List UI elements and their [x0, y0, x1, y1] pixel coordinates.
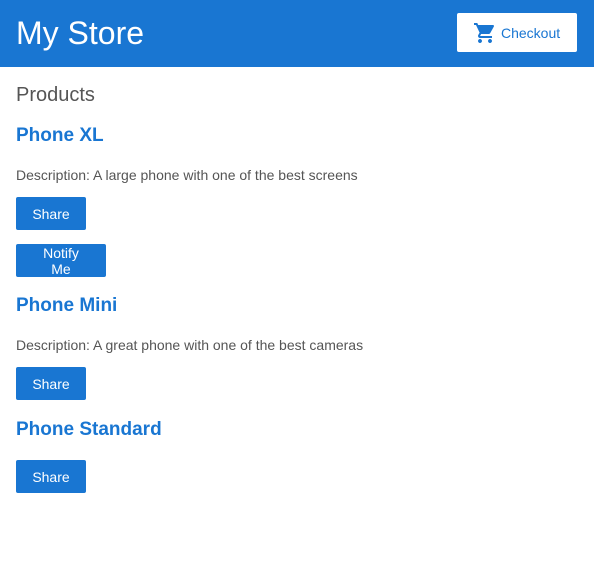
share-button[interactable]: Share	[16, 367, 86, 400]
product-description: Description: A large phone with one of t…	[16, 167, 358, 183]
page-title: Products	[16, 84, 95, 106]
top-bar: My Store Checkout	[0, 0, 594, 67]
shopping-cart-icon	[473, 21, 497, 45]
product-description: Description: A great phone with one of t…	[16, 337, 364, 353]
store-title-link[interactable]: My Store	[16, 14, 144, 52]
notify-me-button[interactable]: Notify Me	[16, 244, 106, 277]
product-name-link[interactable]: Phone Mini	[16, 294, 117, 318]
checkout-button[interactable]: Checkout	[457, 13, 577, 52]
product-name-link[interactable]: Phone XL	[16, 124, 104, 148]
share-button[interactable]: Share	[16, 460, 86, 493]
share-button[interactable]: Share	[16, 197, 86, 230]
product-name-link[interactable]: Phone Standard	[16, 418, 162, 442]
checkout-label: Checkout	[501, 24, 561, 41]
